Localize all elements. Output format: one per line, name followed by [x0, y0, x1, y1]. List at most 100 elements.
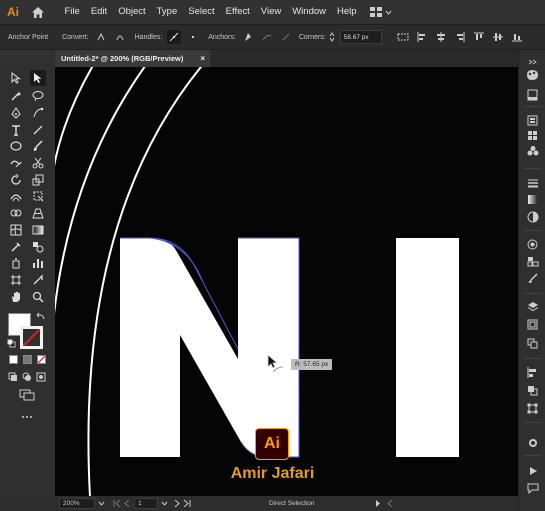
graphic-styles-panel-icon[interactable]: [526, 255, 539, 268]
slice-tool-icon[interactable]: [30, 272, 46, 288]
paintbrush-tool-icon[interactable]: [30, 138, 46, 154]
column-graph-tool-icon[interactable]: [30, 255, 46, 271]
home-icon[interactable]: [26, 0, 50, 24]
align-right-icon[interactable]: [453, 30, 467, 44]
color-mode-icon[interactable]: [9, 355, 18, 364]
none-mode-icon[interactable]: [37, 355, 46, 364]
menu-effect[interactable]: Effect: [220, 0, 255, 24]
hide-handles-icon[interactable]: [186, 30, 200, 44]
line-segment-tool-icon[interactable]: [30, 122, 46, 138]
connect-anchors-icon[interactable]: [260, 30, 274, 44]
convert-to-corner-icon[interactable]: [94, 30, 108, 44]
mesh-tool-icon[interactable]: [8, 222, 24, 238]
shape-builder-tool-icon[interactable]: [8, 205, 24, 221]
convert-to-smooth-icon[interactable]: [113, 30, 127, 44]
workspace-switcher[interactable]: [370, 7, 392, 17]
stroke-swatch[interactable]: [20, 326, 43, 349]
swatches-panel-icon[interactable]: [526, 129, 539, 142]
scale-tool-icon[interactable]: [30, 172, 46, 188]
next-artboard-icon[interactable]: [174, 500, 180, 507]
menu-object[interactable]: Object: [113, 0, 151, 24]
actions-panel-icon[interactable]: [526, 464, 539, 477]
shaper-tool-icon[interactable]: [8, 155, 24, 171]
curvature-tool-icon[interactable]: [30, 105, 46, 121]
remove-anchor-icon[interactable]: [241, 30, 255, 44]
scroll-left-icon[interactable]: [386, 500, 393, 507]
draw-normal-icon[interactable]: [8, 372, 18, 382]
blend-tool-icon[interactable]: [30, 239, 46, 255]
asset-export-panel-icon[interactable]: [526, 337, 539, 350]
symbol-sprayer-tool-icon[interactable]: [8, 255, 24, 271]
last-artboard-icon[interactable]: [183, 500, 191, 507]
color-panel-icon[interactable]: [526, 68, 539, 81]
menu-file[interactable]: File: [59, 0, 85, 24]
artboard-tool-icon[interactable]: [8, 272, 24, 288]
menu-type[interactable]: Type: [151, 0, 183, 24]
zoom-chevron-icon[interactable]: [98, 501, 105, 506]
menu-select[interactable]: Select: [183, 0, 220, 24]
pen-tool-icon[interactable]: [8, 105, 24, 121]
status-menu-icon[interactable]: [375, 500, 381, 507]
artboard-canvas[interactable]: R: 57.65 px Ai Amir Jafari: [55, 67, 518, 496]
cc-libraries-icon[interactable]: [526, 436, 539, 449]
menu-window[interactable]: Window: [287, 0, 332, 24]
stepper-icon[interactable]: [328, 30, 336, 44]
edit-toolbar-icon[interactable]: [20, 412, 34, 418]
align-panel-icon[interactable]: [526, 366, 539, 379]
document-tab[interactable]: Untitled-2* @ 200% (RGB/Preview) ×: [55, 50, 210, 67]
rotate-tool-icon[interactable]: [8, 172, 24, 188]
layers-panel-icon[interactable]: [526, 300, 539, 313]
properties-panel-icon[interactable]: [526, 88, 539, 101]
gradient-panel-icon[interactable]: [526, 193, 539, 206]
cut-path-icon[interactable]: [279, 30, 293, 44]
screen-mode-icon[interactable]: [19, 389, 35, 401]
stroke-panel-icon[interactable]: [526, 176, 539, 189]
corners-radius-field[interactable]: 58.67 px: [339, 30, 382, 44]
collapse-dock-icon[interactable]: [526, 55, 539, 68]
perspective-grid-tool-icon[interactable]: [30, 205, 46, 221]
artboard-number-field[interactable]: 1: [134, 498, 158, 509]
zoom-tool-icon[interactable]: [30, 289, 46, 305]
eyedropper-tool-icon[interactable]: [8, 239, 24, 255]
direct-selection-tool-icon[interactable]: [30, 70, 46, 86]
magic-wand-tool-icon[interactable]: [8, 88, 24, 104]
gradient-mode-icon[interactable]: [23, 355, 32, 364]
align-center-icon[interactable]: [434, 30, 448, 44]
menu-view[interactable]: View: [255, 0, 286, 24]
artboard-chevron-icon[interactable]: [161, 501, 168, 506]
appearance-panel-icon[interactable]: [526, 238, 539, 251]
gradient-tool-icon[interactable]: [30, 222, 46, 238]
artboards-panel-icon[interactable]: [526, 318, 539, 331]
first-artboard-icon[interactable]: [113, 500, 121, 507]
draw-inside-icon[interactable]: [36, 372, 46, 382]
lasso-tool-icon[interactable]: [30, 88, 46, 104]
default-fill-stroke-icon[interactable]: [7, 339, 16, 348]
libraries-panel-icon[interactable]: [526, 114, 539, 127]
comments-panel-icon[interactable]: [526, 482, 539, 495]
menu-help[interactable]: Help: [332, 0, 363, 24]
symbols-panel-icon[interactable]: [526, 144, 539, 157]
transparency-panel-icon[interactable]: [526, 210, 539, 223]
width-tool-icon[interactable]: [8, 188, 24, 204]
draw-behind-icon[interactable]: [22, 372, 32, 382]
zoom-field[interactable]: 200%: [59, 498, 95, 509]
close-icon[interactable]: ×: [200, 54, 205, 63]
align-to-icon[interactable]: [396, 30, 410, 44]
scissors-tool-icon[interactable]: [30, 155, 46, 171]
align-top-icon[interactable]: [472, 30, 486, 44]
transform-panel-icon[interactable]: [526, 402, 539, 415]
previous-artboard-icon[interactable]: [124, 500, 130, 507]
free-transform-tool-icon[interactable]: [30, 188, 46, 204]
show-handles-icon[interactable]: [167, 30, 182, 44]
hand-tool-icon[interactable]: [8, 289, 24, 305]
align-bottom-icon[interactable]: [510, 30, 524, 44]
pathfinder-panel-icon[interactable]: [526, 384, 539, 397]
swap-fill-stroke-icon[interactable]: [36, 312, 46, 322]
brushes-panel-icon[interactable]: [526, 272, 539, 285]
align-middle-icon[interactable]: [491, 30, 505, 44]
type-tool-icon[interactable]: [8, 122, 24, 138]
selection-tool-icon[interactable]: [8, 70, 24, 86]
menu-edit[interactable]: Edit: [85, 0, 112, 24]
align-left-icon[interactable]: [415, 30, 429, 44]
ellipse-tool-icon[interactable]: [8, 138, 24, 154]
